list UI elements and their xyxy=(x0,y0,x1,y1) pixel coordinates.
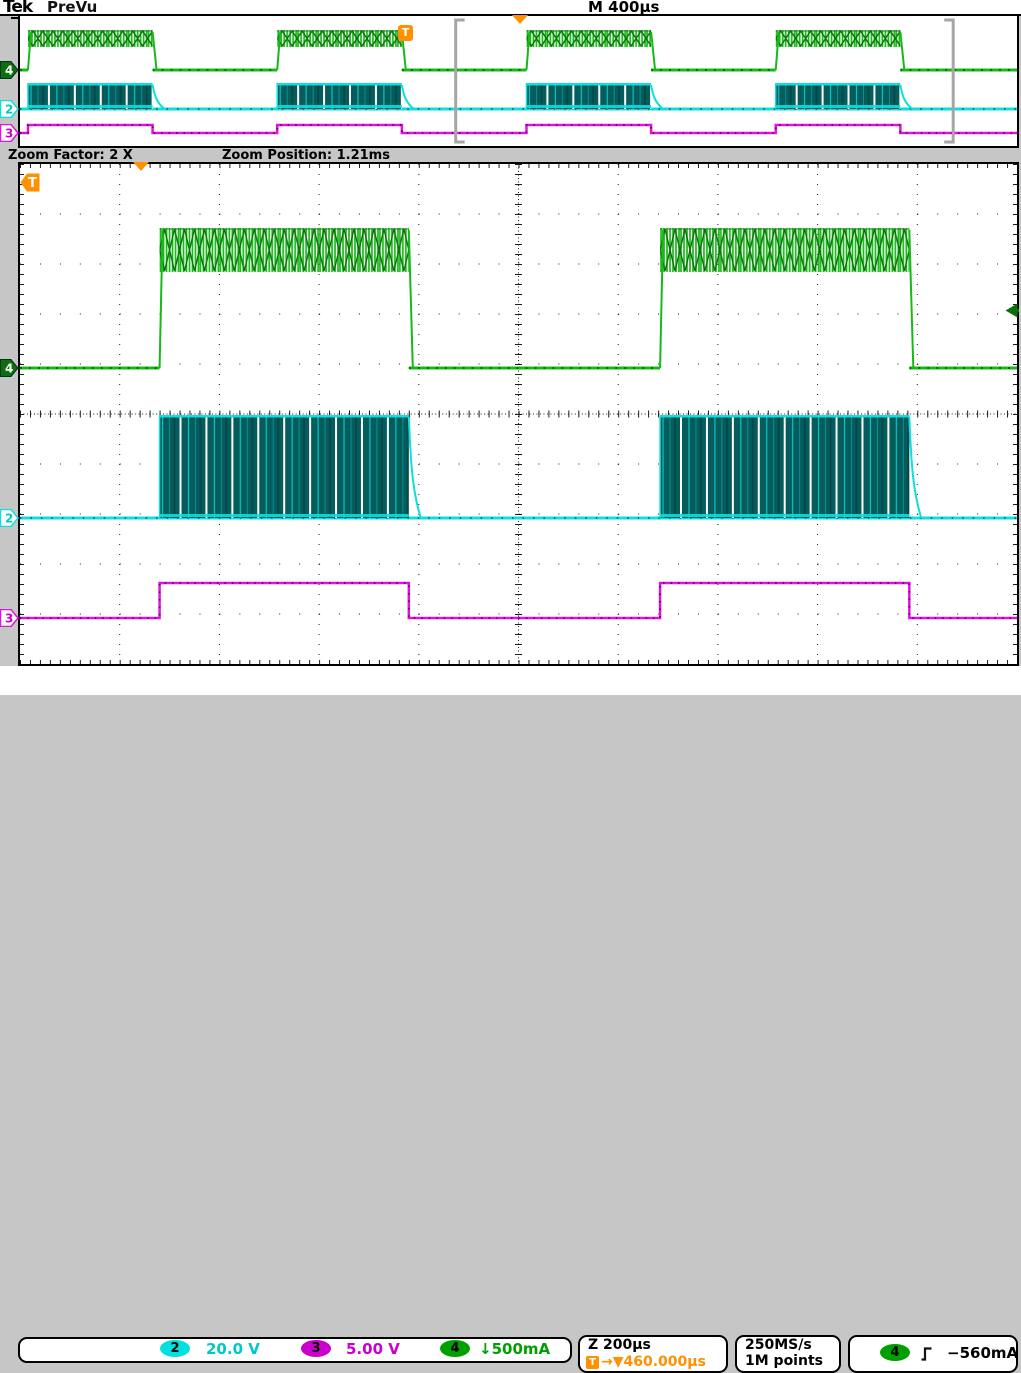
ch3-badge: 3 xyxy=(301,1340,331,1357)
record-length-readout: 1M points xyxy=(745,1353,823,1369)
overview-ch4-tag: 4 xyxy=(0,61,19,79)
trigger-source-badge: 4 xyxy=(880,1344,910,1361)
ch2-badge: 2 xyxy=(160,1340,190,1357)
overview-waveform-display xyxy=(20,16,1017,146)
ch3-scale-readout: 5.00 V xyxy=(346,1340,400,1358)
channel-scale-readout-box: 2 20.0 V 3 5.00 V 4 ↓500mA xyxy=(18,1337,572,1363)
main-trigger-position-marker xyxy=(133,162,149,171)
svg-text:4: 4 xyxy=(5,362,13,376)
acquisition-readout-box: 250MS/s 1M points xyxy=(735,1335,841,1373)
overview-ch2-tag: 2 xyxy=(0,100,19,118)
trigger-indicator-t: T xyxy=(20,173,40,192)
zoom-position-readout: Zoom Position: 1.21ms xyxy=(222,148,390,163)
svg-text:3: 3 xyxy=(5,612,13,626)
main-ch3-tag: 3 xyxy=(0,609,19,627)
rising-edge-slope-icon xyxy=(920,1346,933,1362)
zoom-info-bar: Zoom Factor: 2 X Zoom Position: 1.21ms xyxy=(0,148,1021,162)
zoom-scale-readout: Z 200µs xyxy=(588,1337,651,1353)
header-bar: Tek PreVu M 400µs xyxy=(0,0,1021,14)
ch4-scale-readout: ↓500mA xyxy=(479,1340,550,1358)
bottom-readout-strip: 2 20.0 V 3 5.00 V 4 ↓500mA Z 200µs T →▼4… xyxy=(0,666,1021,695)
trigger-readout-box: 4 −560mA xyxy=(848,1335,1018,1373)
zoom-factor-readout: Zoom Factor: 2 X xyxy=(8,148,133,163)
sample-rate-readout: 250MS/s xyxy=(745,1337,812,1353)
svg-text:4: 4 xyxy=(5,64,13,78)
svg-text:2: 2 xyxy=(5,103,13,117)
overview-trigger-marker: T xyxy=(398,25,413,41)
overview-zoom-position-marker xyxy=(512,15,528,24)
zoom-timebase-readout-box: Z 200µs T →▼460.000µs xyxy=(578,1335,728,1373)
svg-text:T: T xyxy=(28,176,37,191)
svg-text:2: 2 xyxy=(5,512,13,526)
overview-window xyxy=(18,16,1019,148)
svg-text:3: 3 xyxy=(5,127,13,141)
overview-ch3-tag: 3 xyxy=(0,124,19,142)
zoom-waveform-window xyxy=(18,162,1019,666)
ch4-badge: 4 xyxy=(440,1340,470,1357)
trigger-t-icon: T xyxy=(586,1356,599,1369)
main-waveform-display xyxy=(20,164,1017,664)
ch2-scale-readout: 20.0 V xyxy=(206,1340,260,1358)
main-ch2-tag: 2 xyxy=(0,509,19,527)
ch4-trigger-level-arrow-icon xyxy=(1002,302,1019,319)
trigger-delay-readout: T →▼460.000µs xyxy=(586,1354,706,1370)
trigger-level-readout: −560mA xyxy=(947,1344,1018,1362)
main-ch4-tag: 4 xyxy=(0,359,19,377)
